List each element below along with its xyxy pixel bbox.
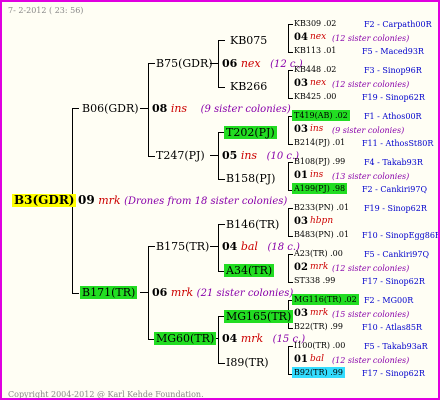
queen-i89[interactable]: I89(TR) (224, 356, 271, 369)
b06-mark: ins (170, 102, 188, 115)
queen-b171[interactable]: B171(TR) (80, 286, 138, 299)
b171-note: (21 sister colonies) (196, 288, 294, 299)
g4-note-2: (9 sister colonies) (332, 126, 405, 135)
queen-kb266[interactable]: KB266 (228, 80, 269, 93)
g4-gen-5: 02 (294, 262, 308, 273)
g4-gen-4: 03 (294, 216, 308, 227)
b171-mark: mrk (170, 286, 194, 299)
b175-gen: 04 (222, 240, 238, 253)
queen-g4-bot-0[interactable]: KB113 .01 (292, 45, 338, 56)
b175-info: 04 bal (18 c.) (222, 240, 300, 254)
g4-bot-loc-7: F17 - Sinop62R (362, 369, 425, 378)
g4-gen-6: 03 (294, 308, 308, 319)
b06-note: (9 sister colonies) (200, 104, 291, 115)
g4-top-loc-3: F4 - Takab93R (364, 158, 423, 167)
g4-top-loc-6: F2 - MG00R (364, 296, 414, 305)
g4-top-loc-0: F2 - Carpath00R (364, 20, 432, 29)
g4-gen-3: 01 (294, 170, 308, 181)
root-note: (Drones from 18 sister colonies) (124, 196, 288, 207)
root-gen: 09 (78, 193, 95, 207)
link-b171 (140, 292, 148, 293)
queen-b75[interactable]: B75(GDR) (154, 57, 215, 70)
queen-mg165[interactable]: MG165(TR) (224, 310, 294, 323)
g4-bot-loc-3: F2 - Cankiri97Q (362, 185, 427, 194)
b06-gen: 08 (152, 102, 168, 115)
queen-g4-top-5[interactable]: A23(TR) .00 (292, 248, 345, 259)
g4-top-loc-1: F3 - Sinop96R (364, 66, 422, 75)
t247-info: 05 ins (10 c.) (222, 149, 299, 163)
t247-mark: ins (240, 149, 258, 162)
queen-g4-top-2[interactable]: T419(AB) .02 (292, 110, 350, 121)
g4-mark-6: mrk (310, 308, 329, 318)
g4-note-7: (12 sister colonies) (332, 356, 410, 365)
root-queen[interactable]: B3(GDR) (12, 194, 77, 207)
g4-bot-loc-4: F10 - SinopEgg86R (362, 231, 440, 240)
g4-note-6: (15 sister colonies) (332, 310, 410, 319)
g4-top-loc-4: F19 - Sinop62R (364, 204, 427, 213)
g4-gen-1: 03 (294, 78, 308, 89)
g4-bot-loc-2: F11 - AthosSt80R (362, 139, 434, 148)
b171-info: 06 mrk (21 sister colonies) (152, 286, 293, 300)
g4-bot-loc-1: F19 - Sinop62R (362, 93, 425, 102)
mg60-gen: 04 (222, 332, 238, 345)
g4-mark-4: hbpn (310, 216, 334, 226)
mg60-mark: mrk (240, 332, 264, 345)
queen-b158[interactable]: B158(PJ) (224, 172, 277, 185)
g4-gen-0: 04 (294, 32, 308, 43)
queen-g4-top-7[interactable]: I100(TR) .00 (292, 340, 347, 351)
b175-mark: bal (240, 240, 258, 253)
g4-mark-2: ins (310, 124, 324, 134)
g4-mark-1: nex (310, 78, 327, 88)
b75-info: 06 nex (12 c.) (222, 57, 303, 71)
queen-g4-bot-2[interactable]: B214(PJ) .01 (292, 137, 347, 148)
g4-mark-3: ins (310, 170, 324, 180)
queen-t202[interactable]: T202(PJ) (224, 126, 277, 139)
b75-mark: nex (240, 57, 261, 70)
queen-t247[interactable]: T247(PJ) (154, 149, 207, 162)
link-t247 (210, 155, 218, 156)
queen-g4-bot-5[interactable]: ST338 .99 (292, 275, 337, 286)
queen-mg60[interactable]: MG60(TR) (154, 332, 217, 345)
b75-gen: 06 (222, 57, 238, 70)
g4-mark-5: mrk (310, 262, 329, 272)
g4-mark-0: nex (310, 32, 327, 42)
queen-a34[interactable]: A34(TR) (224, 264, 275, 277)
queen-g4-bot-1[interactable]: KB425 .00 (292, 91, 338, 102)
queen-g4-top-0[interactable]: KB309 .02 (292, 18, 338, 29)
pedigree-frame: 7- 2-2012 ( 23: 56) B3(GDR) 09 mrk (Dron… (0, 0, 440, 400)
queen-g4-bot-6[interactable]: B22(TR) .99 (292, 321, 345, 332)
date-stamp: 7- 2-2012 ( 23: 56) (8, 6, 84, 15)
g4-note-1: (12 sister colonies) (332, 80, 410, 89)
queen-b06[interactable]: B06(GDR) (80, 102, 141, 115)
queen-g4-bot-4[interactable]: B483(PN) .01 (292, 229, 351, 240)
root-info: 09 mrk (Drones from 18 sister colonies) (78, 194, 287, 208)
t247-gen: 05 (222, 149, 238, 162)
g4-top-loc-5: F5 - Cankiri97Q (364, 250, 429, 259)
g4-bot-loc-6: F10 - Atlas85R (362, 323, 423, 332)
queen-g4-top-4[interactable]: B233(PN) .01 (292, 202, 351, 213)
queen-kb075[interactable]: KB075 (228, 34, 269, 47)
queen-g4-top-3[interactable]: B108(PJ) .99 (292, 156, 347, 167)
g4-gen-7: 01 (294, 354, 308, 365)
queen-b175[interactable]: B175(TR) (154, 240, 211, 253)
b171-gen: 06 (152, 286, 168, 299)
g4-note-5: (12 sister colonies) (332, 264, 410, 273)
g4-note-0: (12 sister colonies) (332, 34, 410, 43)
g4-bot-loc-0: F5 - Maced93R (362, 47, 424, 56)
g4-top-loc-7: F5 - Takab93aR (364, 342, 428, 351)
queen-g4-bot-3[interactable]: A199(PJ) .98 (292, 183, 348, 194)
g4-bot-loc-5: F17 - Sinop62R (362, 277, 425, 286)
queen-g4-top-1[interactable]: KB448 .02 (292, 64, 338, 75)
b06-info: 08 ins (9 sister colonies) (152, 102, 291, 116)
queen-g4-bot-7[interactable]: B92(TR) .99 (292, 367, 345, 378)
g4-note-3: (13 sister colonies) (332, 172, 410, 181)
g4-mark-7: bal (310, 354, 325, 364)
g4-gen-2: 03 (294, 124, 308, 135)
g4-top-loc-2: F1 - Athos00R (364, 112, 422, 121)
root-mark: mrk (98, 194, 121, 207)
queen-b146[interactable]: B146(TR) (224, 218, 281, 231)
copyright: Copyright 2004-2012 @ Karl Kehde Foundat… (8, 390, 204, 399)
queen-g4-top-6[interactable]: MG116(TR) .02 (292, 294, 359, 305)
link-b06 (140, 108, 148, 109)
